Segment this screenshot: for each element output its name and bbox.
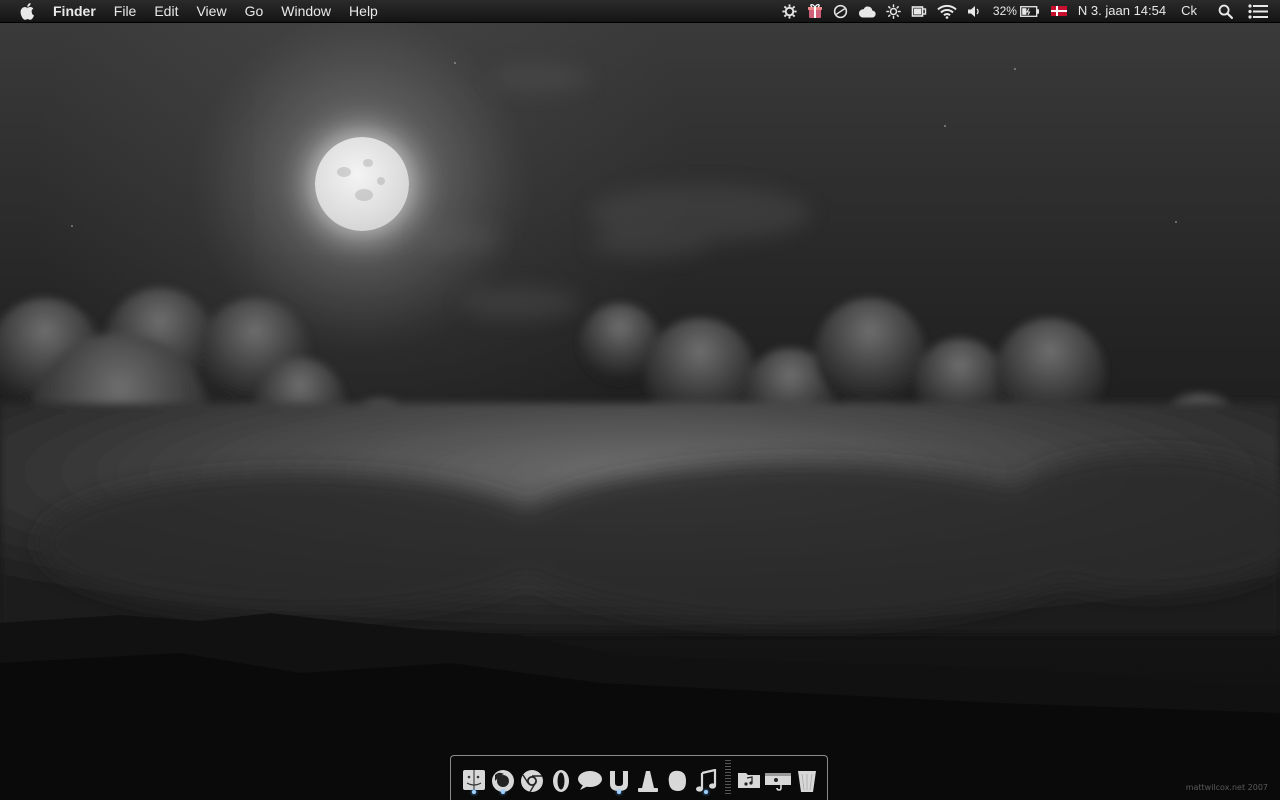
brightness-status-icon[interactable] [886,0,901,22]
evernote-icon [668,770,686,791]
opera-icon [553,770,569,792]
dock-stack-music-folder[interactable] [735,761,763,795]
coffee-cup-status-icon[interactable] [911,0,927,22]
running-indicator [472,790,476,794]
dock-item-opera[interactable] [547,761,575,795]
finder-icon [463,770,485,790]
dock-item-finder[interactable] [460,761,488,795]
dock-item-chrome[interactable] [518,761,546,795]
dock-item-vlc[interactable] [634,761,662,795]
app-menu-finder[interactable]: Finder [53,0,105,22]
chat-bubble-icon [578,771,602,790]
menu-window[interactable]: Window [272,0,340,22]
menu-edit[interactable]: Edit [145,0,187,22]
cloud-status-icon[interactable] [858,0,876,22]
menu-help[interactable]: Help [340,0,387,22]
wifi-status-icon[interactable] [937,0,957,22]
gift-status-icon[interactable] [807,0,823,22]
dock-item-utorrent[interactable] [605,761,633,795]
menu-bar: Finder File Edit View Go Window Help 32%… [0,0,1280,23]
menu-go[interactable]: Go [236,0,273,22]
dock-item-evernote[interactable] [663,761,691,795]
downloads-icon [765,773,791,791]
chrome-icon [521,770,543,793]
input-source-flag-icon[interactable] [1050,6,1067,16]
clock[interactable]: N 3. jaan 14:54 [1078,0,1166,22]
menu-view[interactable]: View [187,0,235,22]
running-indicator [617,790,621,794]
dock-trash[interactable] [793,761,821,795]
trash-icon [798,771,816,792]
running-indicator [704,790,708,794]
battery-icon [1019,5,1039,17]
vlc-cone-icon [638,771,658,792]
volume-status-icon[interactable] [967,0,983,22]
user-account-name[interactable]: Ck [1181,0,1197,22]
wallpaper-scenery [0,62,1280,800]
dock-separator[interactable] [725,760,731,796]
dock-item-firefox[interactable] [489,761,517,795]
running-indicator [501,790,505,794]
dock-item-itunes[interactable] [692,761,720,795]
spotlight-search-icon[interactable] [1218,0,1233,22]
gear-status-icon[interactable] [782,0,797,22]
battery-status[interactable]: 32% [993,0,1040,22]
music-folder-icon [738,773,760,788]
battery-percent: 32% [992,4,1017,18]
dock-stack-downloads[interactable] [764,761,792,795]
sync-status-icon[interactable] [833,0,848,22]
desktop-wallpaper: mattwilcox.net 2007 [0,23,1280,800]
notification-center-icon[interactable] [1248,0,1268,22]
apple-menu-icon[interactable] [19,2,37,20]
menu-file[interactable]: File [105,0,146,22]
dock [450,755,828,800]
dock-item-adium[interactable] [576,761,604,795]
wallpaper-credit: mattwilcox.net 2007 [1185,783,1268,792]
moon [315,137,409,231]
